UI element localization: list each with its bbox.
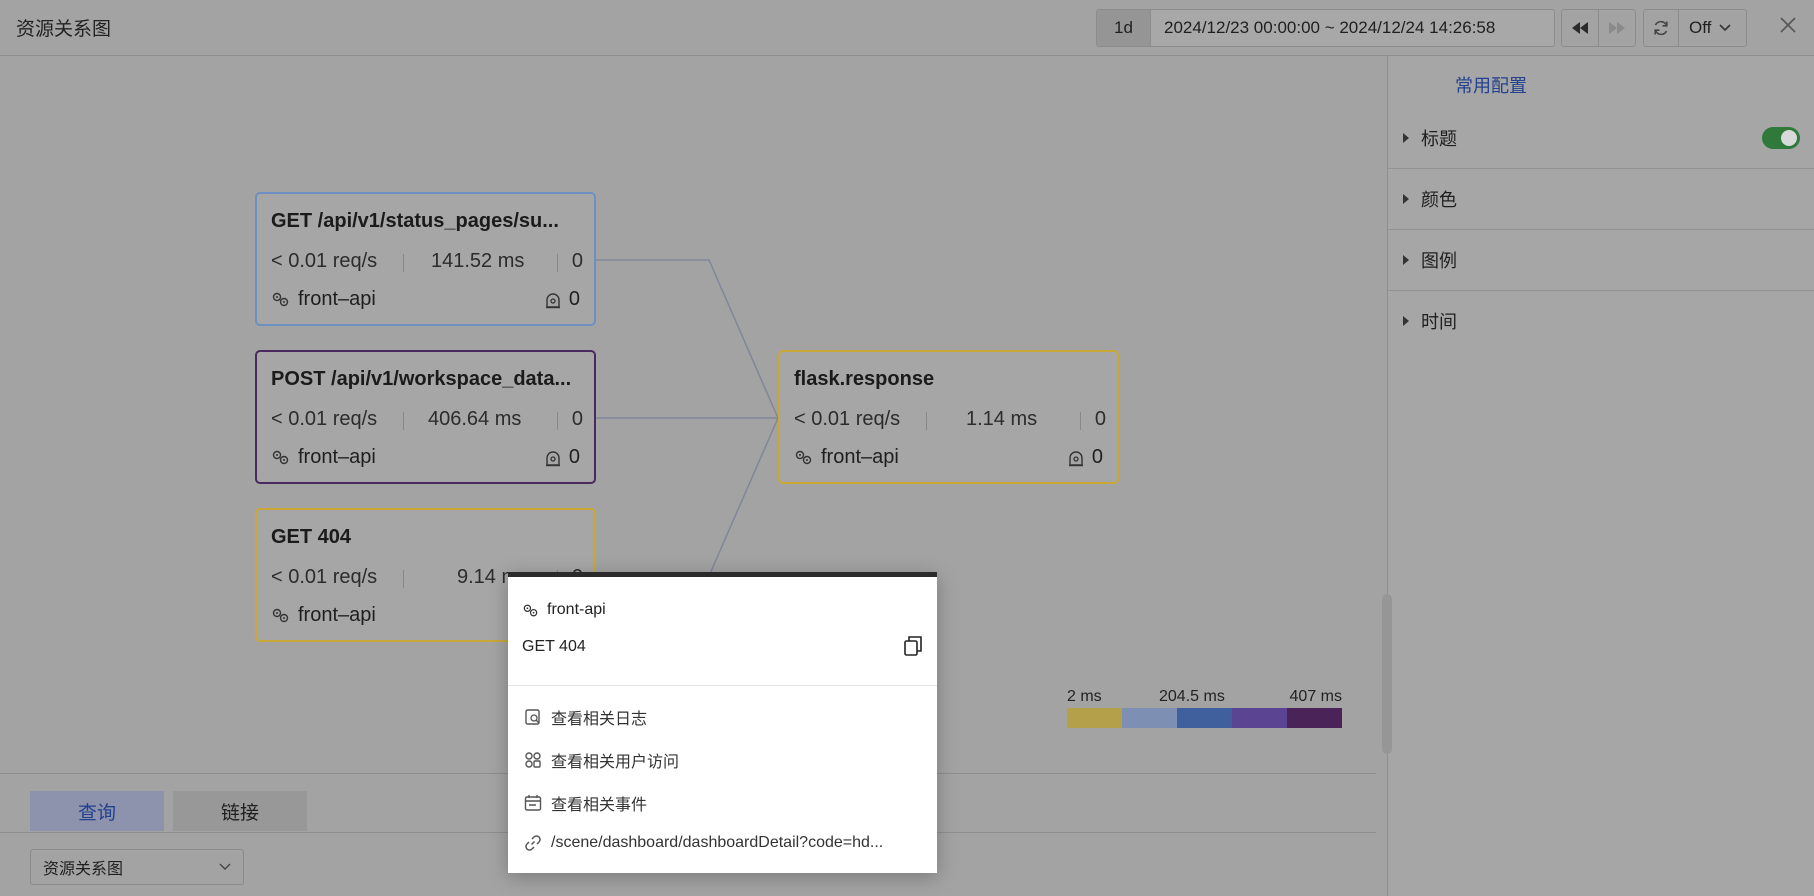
caret-right-icon: [1403, 133, 1409, 143]
node-rate: < 0.01 req/s: [271, 566, 378, 588]
view-related-logs[interactable]: 查看相关日志: [524, 705, 647, 729]
legend-swatch: [1067, 708, 1122, 728]
latency-legend-bar: [1067, 708, 1342, 728]
node-rate: < 0.01 req/s: [271, 408, 378, 430]
metric-divider: [403, 254, 404, 272]
node-service: front–api: [794, 446, 899, 469]
node-title: GET 404: [271, 526, 352, 548]
node-metrics: < 0.01 req/s 406.64 ms 0: [271, 408, 583, 432]
node-post-workspace-data[interactable]: POST /api/v1/workspace_data... < 0.01 re…: [255, 350, 596, 484]
node-error-count: 0: [568, 288, 580, 310]
node-context-menu: front-api GET 404 查看相关日志 查看相关用户访问 查看相关事件…: [508, 572, 937, 873]
legend-min: 2 ms: [1067, 688, 1102, 705]
service-icon: [795, 450, 812, 465]
link-icon: [525, 835, 541, 851]
node-title: GET /api/v1/status_pages/su...: [271, 210, 559, 232]
view-related-events[interactable]: 查看相关事件: [524, 791, 647, 815]
node-count: 0: [571, 408, 583, 430]
edge-get404-to-flask: [708, 417, 779, 577]
node-latency: 406.64 ms: [428, 408, 522, 430]
alert-icon: [1068, 450, 1083, 466]
metric-divider: [557, 254, 558, 272]
tab-query[interactable]: 查询: [30, 791, 164, 831]
section-time[interactable]: 时间: [1388, 291, 1814, 351]
section-label: 图例: [1421, 251, 1457, 271]
legend-swatch: [1287, 708, 1342, 728]
calendar-icon: [524, 795, 542, 811]
service-icon: [523, 604, 538, 616]
legend-swatch: [1232, 708, 1287, 728]
metric-divider: [1080, 412, 1081, 430]
node-count: 0: [1094, 408, 1106, 430]
service-icon: [272, 450, 289, 465]
node-service: front–api: [271, 288, 376, 311]
menu-item-label: 查看相关用户访问: [551, 754, 680, 771]
dashboard-link[interactable]: /scene/dashboard/dashboardDetail?code=hd…: [524, 834, 883, 852]
tab-link[interactable]: 链接: [173, 791, 307, 831]
title-toggle[interactable]: [1762, 127, 1800, 149]
caret-right-icon: [1403, 194, 1409, 204]
node-title: POST /api/v1/workspace_data...: [271, 368, 572, 390]
popup-divider: [508, 685, 937, 686]
metric-divider: [557, 412, 558, 430]
node-rate: < 0.01 req/s: [794, 408, 901, 430]
section-label: 时间: [1421, 312, 1457, 332]
node-service-label: front–api: [298, 288, 376, 310]
service-icon: [272, 608, 289, 623]
alert-icon: [545, 450, 560, 466]
node-latency: 1.14 ms: [966, 408, 1038, 430]
section-color[interactable]: 颜色: [1388, 169, 1814, 230]
metric-divider: [403, 570, 404, 588]
node-service: front–api: [271, 604, 376, 627]
menu-item-label: 查看相关日志: [551, 711, 648, 728]
node-errors: 0: [1068, 446, 1103, 469]
node-rate: < 0.01 req/s: [271, 250, 378, 272]
popup-service-label: front-api: [547, 601, 606, 618]
panel-resize-handle[interactable]: [1382, 594, 1392, 754]
node-errors: 0: [545, 288, 580, 311]
node-get-status-pages[interactable]: GET /api/v1/status_pages/su... < 0.01 re…: [255, 192, 596, 326]
menu-item-label: 查看相关事件: [551, 797, 648, 814]
apps-grid-icon: [525, 752, 541, 768]
popup-service: front-api: [522, 601, 606, 619]
caret-right-icon: [1403, 316, 1409, 326]
section-title[interactable]: 标题: [1388, 108, 1814, 169]
menu-item-label: /scene/dashboard/dashboardDetail?code=hd…: [551, 834, 884, 851]
popup-resource-name: GET 404: [522, 638, 586, 655]
node-latency: 141.52 ms: [431, 250, 525, 272]
chart-type-value: 资源关系图: [43, 861, 124, 878]
node-service-label: front–api: [298, 446, 376, 468]
edge-get-status-to-flask: [596, 259, 779, 419]
view-related-user-access[interactable]: 查看相关用户访问: [524, 748, 679, 772]
node-metrics: < 0.01 req/s 141.52 ms 0: [271, 250, 583, 274]
node-service-label: front–api: [298, 604, 376, 626]
node-metrics: < 0.01 req/s 1.14 ms 0: [794, 408, 1106, 432]
legend-swatch: [1177, 708, 1232, 728]
section-legend[interactable]: 图例: [1388, 230, 1814, 291]
node-service: front–api: [271, 446, 376, 469]
section-label: 标题: [1421, 129, 1457, 149]
chart-type-select[interactable]: 资源关系图: [30, 849, 244, 885]
service-icon: [272, 292, 289, 307]
toggle-knob: [1781, 130, 1797, 146]
chevron-down-icon: [219, 863, 231, 870]
caret-right-icon: [1403, 255, 1409, 265]
node-count: 0: [571, 250, 583, 272]
alert-icon: [545, 292, 560, 308]
legend-max: 407 ms: [1289, 688, 1342, 705]
log-search-icon: [525, 709, 540, 725]
node-errors: 0: [545, 446, 580, 469]
copy-icon[interactable]: [903, 635, 923, 657]
node-error-count: 0: [568, 446, 580, 468]
metric-divider: [403, 412, 404, 430]
node-service-label: front–api: [821, 446, 899, 468]
metric-divider: [926, 412, 927, 430]
tab-common-config[interactable]: 常用配置: [1455, 72, 1527, 98]
section-label: 颜色: [1421, 190, 1457, 210]
legend-mid: 204.5 ms: [1159, 688, 1225, 705]
node-flask-response[interactable]: flask.response < 0.01 req/s 1.14 ms 0 fr…: [778, 350, 1119, 484]
node-title: flask.response: [794, 368, 935, 390]
legend-swatch: [1122, 708, 1177, 728]
node-error-count: 0: [1091, 446, 1103, 468]
